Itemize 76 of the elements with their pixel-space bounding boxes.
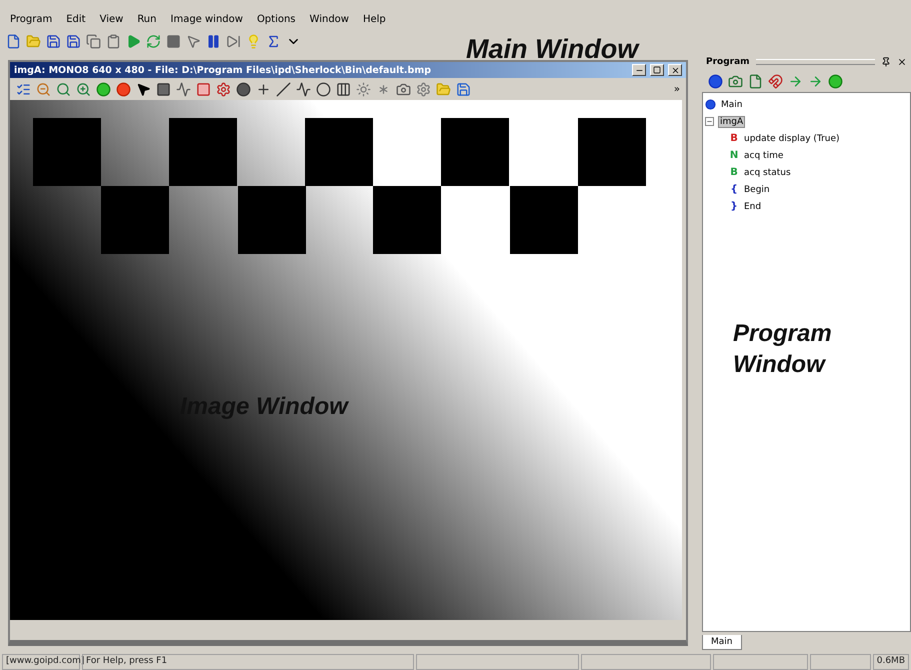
minus-icon bbox=[706, 118, 713, 125]
tree-item[interactable]: acq status bbox=[743, 168, 792, 178]
pin-icon[interactable] bbox=[881, 57, 891, 67]
step-icon[interactable] bbox=[226, 34, 241, 48]
new-document-icon[interactable] bbox=[6, 34, 21, 48]
arrow-icon[interactable] bbox=[808, 74, 823, 88]
tree-item[interactable]: imgA bbox=[718, 116, 746, 128]
close-icon[interactable] bbox=[897, 57, 907, 67]
status-text: For Help, press F1 bbox=[82, 654, 414, 670]
tab[interactable]: Main bbox=[702, 635, 742, 650]
dot-icon[interactable] bbox=[828, 74, 843, 88]
stop-icon[interactable] bbox=[166, 34, 181, 48]
menu-item[interactable]: Window bbox=[310, 14, 349, 24]
node-glyph: B bbox=[729, 133, 739, 144]
circle-icon[interactable] bbox=[316, 82, 331, 96]
zoom-out-icon[interactable] bbox=[36, 82, 51, 96]
gear-icon[interactable] bbox=[216, 82, 231, 96]
save-icon[interactable] bbox=[46, 34, 61, 48]
minimize-button[interactable] bbox=[632, 64, 646, 76]
tree-item[interactable]: update display (True) bbox=[743, 134, 841, 144]
menu-item[interactable]: Help bbox=[362, 14, 386, 24]
checklist-icon[interactable] bbox=[16, 82, 31, 96]
overflow-button[interactable]: » bbox=[674, 84, 680, 94]
sun-icon[interactable] bbox=[356, 82, 371, 96]
node-glyph: } bbox=[729, 201, 739, 212]
camera-icon[interactable] bbox=[396, 82, 411, 96]
save-icon[interactable] bbox=[456, 82, 471, 96]
node-glyph: B bbox=[729, 167, 739, 178]
document-icon[interactable] bbox=[748, 74, 763, 88]
sigma-icon[interactable] bbox=[266, 34, 281, 48]
maximize-icon bbox=[653, 66, 661, 74]
ball-icon[interactable] bbox=[708, 74, 723, 88]
play-icon[interactable] bbox=[126, 34, 141, 48]
tree-item[interactable]: Main bbox=[720, 100, 744, 110]
zigzag-icon[interactable] bbox=[296, 82, 311, 96]
program-icon bbox=[705, 99, 716, 110]
line-icon[interactable] bbox=[276, 82, 291, 96]
memory-status: 0.6MB bbox=[872, 654, 909, 670]
collapse-toggle[interactable] bbox=[705, 117, 714, 126]
magnet-icon[interactable] bbox=[768, 74, 783, 88]
close-button[interactable] bbox=[668, 64, 682, 76]
refresh-icon[interactable] bbox=[146, 34, 161, 48]
save-as-icon[interactable] bbox=[66, 34, 81, 48]
record-icon[interactable] bbox=[116, 82, 131, 96]
tree-item[interactable]: acq time bbox=[743, 150, 784, 160]
plus-icon[interactable] bbox=[256, 82, 271, 96]
zoom-in-icon[interactable] bbox=[76, 82, 91, 96]
panel-title: Program bbox=[706, 57, 750, 67]
copy-icon[interactable] bbox=[86, 34, 101, 48]
close-icon bbox=[670, 66, 680, 74]
status-pane bbox=[810, 654, 871, 670]
window-title: imgA: MONO8 640 x 480 - File: D:\Program Files\ipd\Sherlock\Bin\default.bmp bbox=[14, 64, 432, 76]
pause-icon[interactable] bbox=[206, 34, 221, 48]
search-icon[interactable] bbox=[56, 82, 71, 96]
pointer-icon[interactable] bbox=[136, 82, 151, 96]
columns-icon[interactable] bbox=[336, 82, 351, 96]
go-icon[interactable] bbox=[96, 82, 111, 96]
menu-item[interactable]: Options bbox=[256, 14, 296, 24]
maximize-button[interactable] bbox=[650, 64, 664, 76]
arrow-icon[interactable] bbox=[788, 74, 803, 88]
tree-item[interactable]: End bbox=[743, 202, 762, 212]
annotation-label: Program Window bbox=[733, 319, 833, 380]
dark-circle-icon[interactable] bbox=[236, 82, 251, 96]
menu-item[interactable]: View bbox=[100, 14, 124, 24]
node-glyph: { bbox=[729, 184, 739, 195]
menu-item[interactable]: Edit bbox=[66, 14, 86, 24]
tree-item[interactable]: Begin bbox=[743, 184, 771, 194]
gear-icon[interactable] bbox=[416, 82, 431, 96]
annotation-label: Main Window bbox=[466, 34, 638, 65]
menu-item[interactable]: Run bbox=[137, 14, 156, 24]
menu-item[interactable]: Program bbox=[10, 14, 52, 24]
clipboard-icon[interactable] bbox=[106, 34, 121, 48]
node-glyph: N bbox=[729, 150, 739, 161]
rectangle-icon[interactable] bbox=[156, 82, 171, 96]
menu-item[interactable]: Image window bbox=[170, 14, 243, 24]
camera-icon[interactable] bbox=[728, 74, 743, 88]
